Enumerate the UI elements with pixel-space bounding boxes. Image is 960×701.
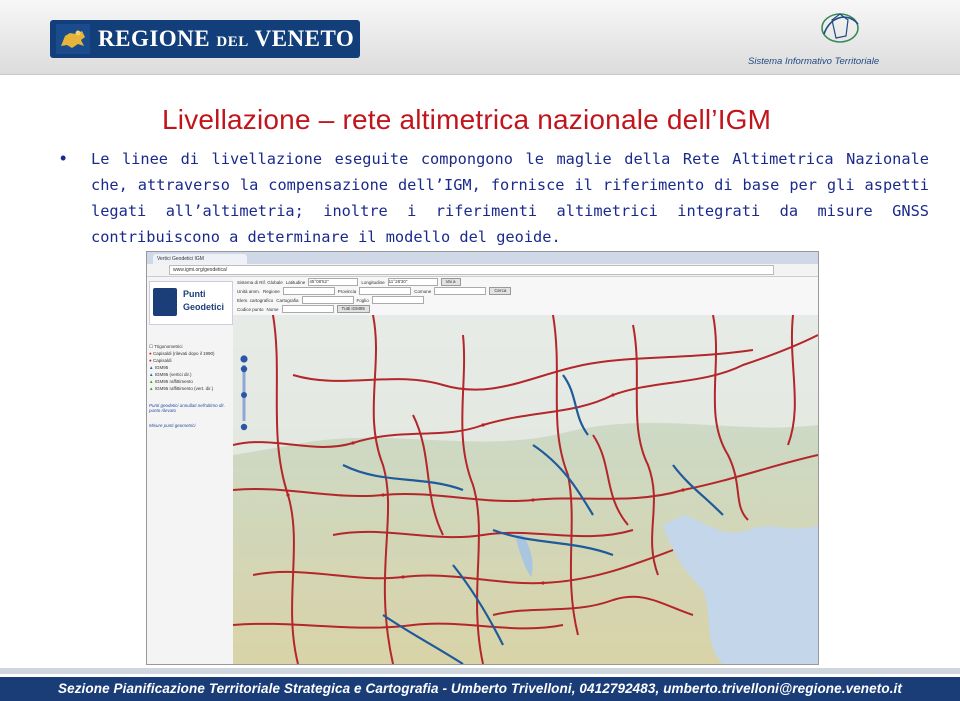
- footer-divider: [0, 668, 960, 674]
- footer-credits: Sezione Pianificazione Territoriale Stra…: [0, 677, 960, 701]
- form-row-coords: Sistema di Rif. Globale Latitudine 45°08…: [237, 278, 461, 286]
- lion-of-st-mark-icon: [56, 24, 90, 54]
- vai-button: Vai a: [440, 278, 461, 286]
- logo-text: REGIONE DEL VENETO: [98, 26, 355, 51]
- layer-item: ▲ IGM95: [149, 365, 169, 370]
- layer-item: ▲ IGM95 raffittimento (vert. dir.): [149, 386, 214, 391]
- slide-body-text: Le linee di livellazione eseguite compon…: [91, 150, 929, 246]
- browser-screenshot: Vertici Geodetici IGM www.igmi.org/geode…: [146, 251, 819, 665]
- app-sidebar: Punti Geodetici ☐ Trigonometrici ● Capis…: [147, 277, 234, 664]
- provincia-select: [359, 287, 412, 295]
- layer-item: ▲ IGM95 raffittimento: [149, 379, 193, 384]
- cerca-button: Cerca: [489, 287, 512, 295]
- form-row-admin: Unità amm. Regione Provincia Comune Cerc…: [237, 287, 512, 295]
- browser-address-bar: www.igmi.org/geodetica/: [147, 264, 818, 277]
- regione-select: [282, 287, 335, 295]
- layer-item: ☐ Trigonometrici: [149, 344, 183, 349]
- layer-item: ▲ IGM95 (vertici dir.): [149, 372, 192, 377]
- form-row-code: Codice punto Nome Tutti IGM95: [237, 305, 370, 313]
- app-brand: Punti Geodetici: [149, 281, 233, 325]
- search-form: Sistema di Rif. Globale Latitudine 45°08…: [233, 277, 818, 316]
- layer-list: ☐ Trigonometrici ● Capisaldi (rilevati d…: [149, 343, 231, 392]
- regione-veneto-logo: REGIONE DEL VENETO: [50, 20, 360, 58]
- browser-tab-strip: Vertici Geodetici IGM: [147, 252, 818, 264]
- slide-title: Livellazione – rete altimetrica nazional…: [162, 104, 772, 135]
- globe-icon: [153, 288, 177, 316]
- layer-item: ● Capisaldi: [149, 358, 172, 363]
- map-zoom-control: [240, 355, 248, 431]
- layer-item: ● Capisaldi (rilevati dopo il 1990): [149, 351, 215, 356]
- nome-field: [281, 305, 334, 313]
- side-link-misure: Misure punti geometrici: [149, 423, 196, 428]
- url-field: www.igmi.org/geodetica/: [169, 265, 774, 275]
- tutti-button: Tutti IGM95: [336, 305, 370, 313]
- longitude-field: 11°28'30": [387, 278, 438, 286]
- brand-title-line2: Geodetici: [183, 302, 225, 312]
- sit-label: Sistema Informativo Territoriale: [748, 56, 880, 67]
- latitude-field: 45°08'52": [308, 278, 359, 286]
- form-row-carto: Elem. cartografico Cartografia Foglio: [237, 296, 424, 304]
- geodetic-app: Punti Geodetici ☐ Trigonometrici ● Capis…: [147, 277, 818, 664]
- foglio-select: [371, 296, 424, 304]
- comune-select: [434, 287, 487, 295]
- brand-title-line1: Punti: [183, 289, 206, 299]
- carto-select: [301, 296, 354, 304]
- bullet-marker: •: [60, 148, 67, 168]
- header-bar: REGIONE DEL VENETO Sistema Informativo T…: [0, 0, 960, 75]
- side-link-annullati: Punti geodetici annullati nell'ultimo di…: [149, 403, 225, 413]
- leveling-network-map: [233, 315, 818, 664]
- browser-tab: Vertici Geodetici IGM: [153, 254, 247, 264]
